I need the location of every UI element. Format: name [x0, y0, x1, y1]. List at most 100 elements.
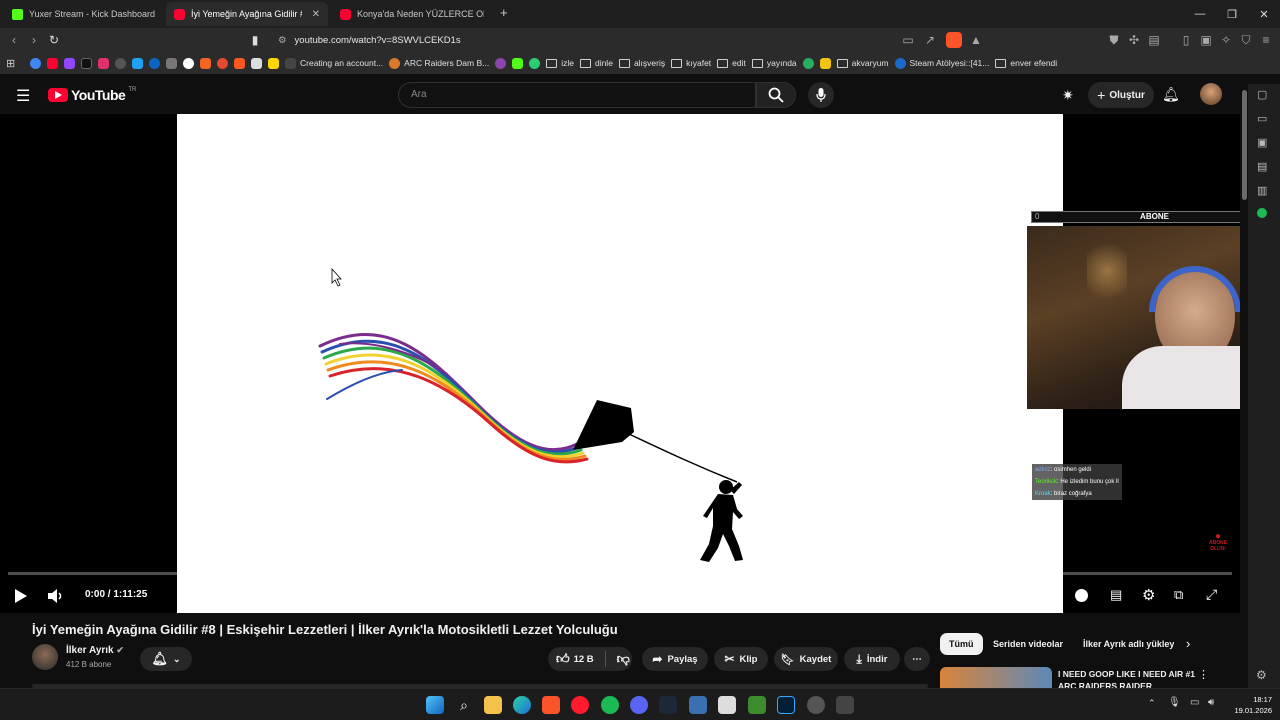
app-green-icon[interactable] — [748, 696, 766, 714]
twitch-icon[interactable] — [64, 57, 75, 69]
bookmark-steam[interactable]: Steam Atölyesi::[41... — [894, 57, 989, 69]
cast-icon[interactable]: ▭ — [900, 32, 916, 48]
sidebar-reading-list-icon[interactable]: ▥ — [1257, 184, 1267, 197]
bookmark-folder-akvaryum[interactable]: akvaryum — [836, 58, 889, 68]
google-icon[interactable] — [30, 57, 41, 69]
vpn-icon[interactable]: ⛊ — [1106, 32, 1122, 48]
tray-mic-icon[interactable]: 🎙︎ — [1168, 697, 1181, 708]
weather-icon[interactable] — [132, 57, 143, 69]
channel-name[interactable]: İlker Ayrık ✔ — [66, 645, 124, 656]
youtube-logo[interactable]: YouTube TR — [48, 87, 136, 103]
recommended-thumbnail[interactable] — [940, 667, 1052, 688]
play-button[interactable] — [14, 588, 28, 609]
bookmark-creating-account[interactable]: Creating an account... — [285, 57, 383, 69]
subtitles-icon[interactable]: ▤ — [1110, 587, 1122, 603]
tab-kick-dashboard[interactable]: Yuxer Stream - Kick Dashboard — [4, 2, 164, 26]
tray-network-icon[interactable]: ▭ — [1190, 697, 1199, 708]
taskbar-search-icon[interactable]: ⌕ — [455, 696, 473, 714]
obs-icon[interactable] — [807, 696, 825, 714]
extensions-icon[interactable]: ✣ — [1126, 32, 1142, 48]
search-button[interactable] — [756, 82, 796, 108]
reload-icon[interactable]: ↻ — [46, 32, 62, 48]
page-scrollbar[interactable] — [1240, 84, 1248, 688]
amazon-icon[interactable] — [251, 57, 262, 69]
kick-bookmark-icon[interactable] — [512, 57, 524, 69]
bookmark-folder-kiyafet[interactable]: kıyafet — [671, 58, 711, 68]
leo-ai-icon[interactable]: ✧ — [1218, 32, 1234, 48]
thumbs-down-icon[interactable]: 👎︎ — [617, 651, 630, 667]
system-clock[interactable]: 18:17 19.01.2026 — [1234, 694, 1272, 716]
bookmark-icon[interactable]: ▮ — [247, 32, 263, 48]
share-icon[interactable]: ↗ — [922, 32, 938, 48]
search-input[interactable]: Ara — [398, 82, 756, 108]
minimize-button[interactable]: — — [1184, 0, 1216, 28]
chip-uploader[interactable]: İlker Ayrık adlı yükleyiciden — [1074, 633, 1174, 655]
bookmark-arc-raiders[interactable]: ARC Raiders Dam B... — [389, 57, 489, 69]
voice-search-button[interactable] — [808, 82, 834, 108]
discord-icon[interactable] — [630, 696, 648, 714]
user-avatar[interactable] — [1200, 83, 1222, 105]
clip-button[interactable]: ✂ Klip — [714, 647, 768, 671]
tray-volume-icon[interactable]: 🔊︎ — [1208, 697, 1214, 708]
forward-arrow-icon[interactable]: › — [26, 32, 42, 48]
sidebar-chat-icon[interactable]: ▢ — [1257, 88, 1267, 101]
recommended-more-icon[interactable]: ⋮ — [1198, 668, 1209, 681]
autoplay-toggle[interactable] — [1075, 589, 1088, 602]
instagram-icon[interactable] — [98, 57, 109, 69]
spotify-icon[interactable] — [601, 696, 619, 714]
wallet-icon[interactable]: ▣ — [1198, 32, 1214, 48]
save-button[interactable]: 🔖︎ Kaydet — [774, 647, 838, 671]
create-button[interactable]: + Oluştur — [1088, 82, 1154, 108]
brave-shields-icon[interactable] — [946, 32, 962, 48]
opera-icon[interactable] — [571, 696, 589, 714]
site-info-icon[interactable]: ⚙ — [278, 35, 287, 46]
bookmark-green2-icon[interactable] — [802, 57, 814, 69]
video-frame[interactable] — [177, 114, 1063, 613]
bookmark-folder-alisveris[interactable]: alışveriş — [618, 58, 665, 68]
close-window-button[interactable]: ✕ — [1248, 0, 1280, 28]
x-icon[interactable] — [81, 57, 92, 69]
volume-button[interactable] — [47, 588, 65, 609]
bookmark-red-icon[interactable] — [217, 57, 228, 69]
fullscreen-icon[interactable]: ⤢ — [1206, 586, 1217, 603]
scrollbar-thumb[interactable] — [1242, 90, 1247, 200]
bookmark-purple-icon[interactable] — [495, 57, 507, 69]
shield-icon[interactable]: ⛉ — [1238, 32, 1254, 48]
sidebar-message-icon[interactable]: ▭ — [1257, 112, 1267, 125]
app-window-icon[interactable] — [836, 696, 854, 714]
tray-chevron-icon[interactable]: ⌃ — [1148, 698, 1156, 709]
calculator-icon[interactable] — [689, 696, 707, 714]
photoshop-icon[interactable] — [777, 696, 795, 714]
progress-bar[interactable] — [8, 572, 1232, 575]
bookmark-folder-enver[interactable]: enver efendi — [995, 58, 1057, 68]
maximize-button[interactable]: ❐ — [1216, 0, 1248, 28]
channel-avatar[interactable] — [32, 644, 58, 670]
file-explorer-icon[interactable] — [484, 696, 502, 714]
address-bar[interactable]: ⚙ youtube.com/watch?v=8SWVLCEKD1s — [268, 30, 998, 50]
windows-start-icon[interactable] — [426, 696, 444, 714]
brave-rewards-icon[interactable]: ▲ — [968, 32, 984, 48]
bookmark-folder-dinle[interactable]: dinle — [579, 58, 613, 68]
notification-bell-button[interactable]: 🔔︎ ⌄ — [140, 647, 192, 671]
sidebar-wallet-icon[interactable]: ▣ — [1257, 136, 1267, 149]
chip-all[interactable]: Tümü — [940, 633, 983, 655]
bookmark-yellow2-icon[interactable] — [819, 57, 831, 69]
gmail-icon[interactable] — [234, 57, 245, 69]
notifications-bell-icon[interactable]: 🔔︎ — [1162, 86, 1180, 103]
tiktok-icon[interactable] — [183, 57, 194, 69]
miniplayer-icon[interactable]: ⧉ — [1174, 587, 1183, 603]
close-tab-icon[interactable]: ✕ — [312, 9, 320, 20]
steam-icon[interactable] — [659, 696, 677, 714]
sidebar-bookmarks-icon[interactable]: ▤ — [1257, 160, 1267, 173]
download-button[interactable]: ⤓ İndir — [844, 647, 900, 671]
new-tab-button[interactable]: + — [500, 5, 508, 20]
sidebar-settings-gear-icon[interactable]: ⚙ — [1256, 668, 1267, 682]
sidebar-toggle-icon[interactable]: ▤ — [1146, 32, 1162, 48]
more-actions-button[interactable]: ⋯ — [904, 647, 930, 671]
bookmark-blue-icon[interactable] — [149, 57, 160, 69]
chips-next-arrow-icon[interactable]: › — [1186, 636, 1190, 651]
capcut-icon[interactable] — [718, 696, 736, 714]
edge-icon[interactable] — [513, 696, 531, 714]
wiki-icon[interactable] — [166, 57, 177, 69]
tab-youtube-konya[interactable]: Konya'da Neden YÜZLERCE Obruk Açılıyor — [332, 2, 492, 26]
